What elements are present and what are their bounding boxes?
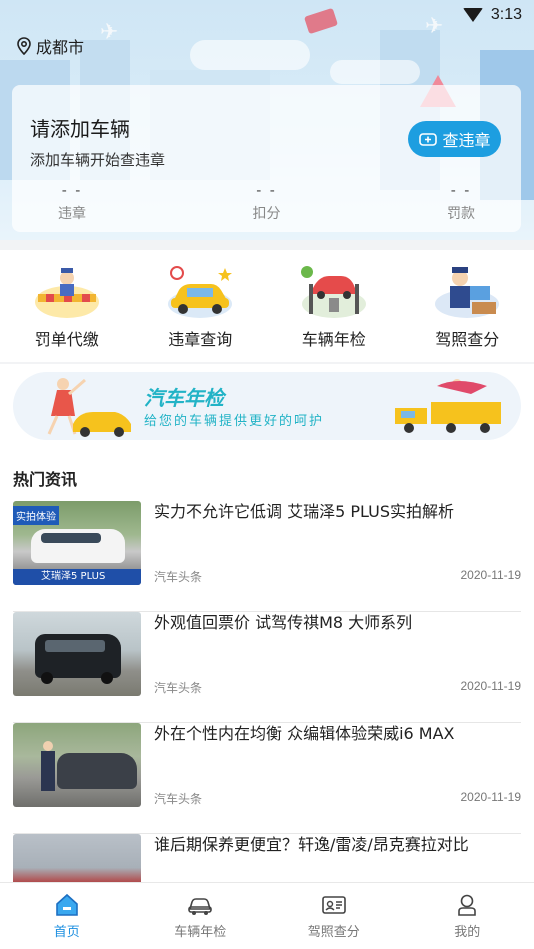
check-violation-button[interactable]: 查违章 [408, 121, 501, 157]
news-title: 谁后期保养更便宜？轩逸/雷凌/昂克赛拉对比 [154, 835, 469, 854]
menu-label: 车辆年检 [301, 330, 366, 349]
location-selector[interactable]: 成都市 [16, 34, 84, 58]
news-title: 外观值回票价 试驾传祺M8 大师系列 [154, 613, 413, 632]
menu-violation-query[interactable]: 违章查询 [134, 250, 268, 362]
news-source: 汽车头条 [154, 570, 203, 584]
news-item[interactable]: 实拍体验 艾瑞泽5 PLUS 实力不允许它低调 艾瑞泽5 PLUS实拍解析 汽车… [13, 501, 521, 612]
news-title: 外在个性内在均衡 众编辑体验荣威i6 MAX [154, 724, 455, 743]
stat-value: - - [256, 183, 277, 199]
wifi-icon [462, 8, 483, 22]
vehicle-card: 请添加车辆 添加车辆开始查违章 查违章 - - 违章 - - 扣分 - - 罚款 [12, 85, 521, 232]
news-thumbnail [13, 834, 141, 882]
location-city: 成都市 [36, 38, 85, 57]
yellow-car-icon [168, 266, 233, 318]
news-date: 2020-11-19 [460, 790, 522, 804]
menu-label: 驾照查分 [435, 330, 500, 349]
banner-section: 汽车年检 给您的车辆提供更好的呵护 [0, 364, 534, 452]
tab-license-points[interactable]: 驾照查分 [267, 883, 401, 949]
officer-desk-icon [435, 267, 500, 318]
bottom-tab-bar: 首页 车辆年检 驾照查分 我的 [0, 882, 534, 949]
dump-truck-illustration [395, 379, 501, 433]
stat-fines[interactable]: - - 罚款 [401, 183, 521, 223]
news-item[interactable]: 外在个性内在均衡 众编辑体验荣威i6 MAX 汽车头条 2020-11-19 [13, 723, 521, 834]
news-thumbnail: 实拍体验 艾瑞泽5 PLUS [13, 501, 141, 585]
banner-title: 汽车年检 [144, 386, 224, 410]
news-heading: 热门资讯 [13, 470, 78, 489]
stat-label: 罚款 [447, 206, 475, 222]
news-source: 汽车头条 [154, 681, 203, 695]
home-icon [55, 893, 78, 916]
tab-home[interactable]: 首页 [0, 883, 134, 949]
stat-violations[interactable]: - - 违章 [12, 183, 132, 223]
thumb-caption: 艾瑞泽5 PLUS [13, 569, 141, 585]
news-title: 实力不允许它低调 艾瑞泽5 PLUS实拍解析 [154, 502, 454, 521]
vehicle-card-subtitle: 添加车辆开始查违章 [30, 151, 166, 169]
news-item[interactable]: 外观值回票价 试驾传祺M8 大师系列 汽车头条 2020-11-19 [13, 612, 521, 723]
bird-icon: ✈ [425, 14, 444, 39]
menu-label: 违章查询 [168, 330, 233, 349]
woman-with-car-illustration [47, 378, 131, 437]
stat-label: 违章 [58, 206, 86, 222]
banner-subtitle: 给您的车辆提供更好的呵护 [144, 414, 325, 429]
id-card-icon [321, 896, 346, 914]
car-icon [188, 898, 213, 915]
news-item[interactable]: 谁后期保养更便宜？轩逸/雷凌/昂克赛拉对比 [13, 834, 521, 882]
quick-menu: 罚单代缴 违章查询 车辆年检 驾照查分 [0, 250, 534, 362]
stat-value: - - [450, 183, 472, 199]
tab-annual-inspection[interactable]: 车辆年检 [134, 883, 268, 949]
menu-fine-payment[interactable]: 罚单代缴 [0, 250, 134, 362]
tab-profile[interactable]: 我的 [401, 883, 534, 949]
vehicle-card-title: 请添加车辆 [30, 117, 130, 141]
tab-label: 首页 [53, 925, 80, 940]
stats-row: - - 违章 - - 扣分 - - 罚款 [12, 183, 521, 223]
news-thumbnail [13, 723, 141, 807]
flag-icon [303, 7, 339, 35]
thumb-tag: 实拍体验 [13, 506, 59, 525]
bird-icon: ✈ [100, 20, 119, 45]
add-car-icon [419, 133, 438, 146]
news-date: 2020-11-19 [460, 568, 522, 582]
news-date: 2020-11-19 [460, 679, 522, 693]
news-thumbnail [13, 612, 141, 696]
inspection-banner[interactable]: 汽车年检 给您的车辆提供更好的呵护 [13, 372, 521, 440]
check-violation-label: 查违章 [442, 131, 491, 150]
menu-label: 罚单代缴 [34, 330, 99, 349]
location-pin-icon [17, 37, 31, 55]
tab-label: 车辆年检 [174, 925, 227, 940]
tab-label: 驾照查分 [307, 925, 360, 940]
car-lift-icon [300, 266, 366, 318]
menu-license-points[interactable]: 驾照查分 [401, 250, 534, 362]
stat-value: - - [61, 183, 83, 199]
news-source: 汽车头条 [154, 792, 203, 806]
news-section: 热门资讯 实拍体验 艾瑞泽5 PLUS 实力不允许它低调 艾瑞泽5 PLUS实拍… [0, 452, 534, 882]
stat-label: 扣分 [252, 206, 281, 222]
status-bar: 3:13 [462, 4, 522, 26]
user-icon [458, 894, 477, 916]
status-time: 3:13 [490, 6, 522, 23]
tab-label: 我的 [454, 925, 481, 940]
police-barrier-icon [34, 268, 99, 318]
menu-annual-inspection[interactable]: 车辆年检 [267, 250, 401, 362]
stat-points[interactable]: - - 扣分 [132, 183, 401, 223]
